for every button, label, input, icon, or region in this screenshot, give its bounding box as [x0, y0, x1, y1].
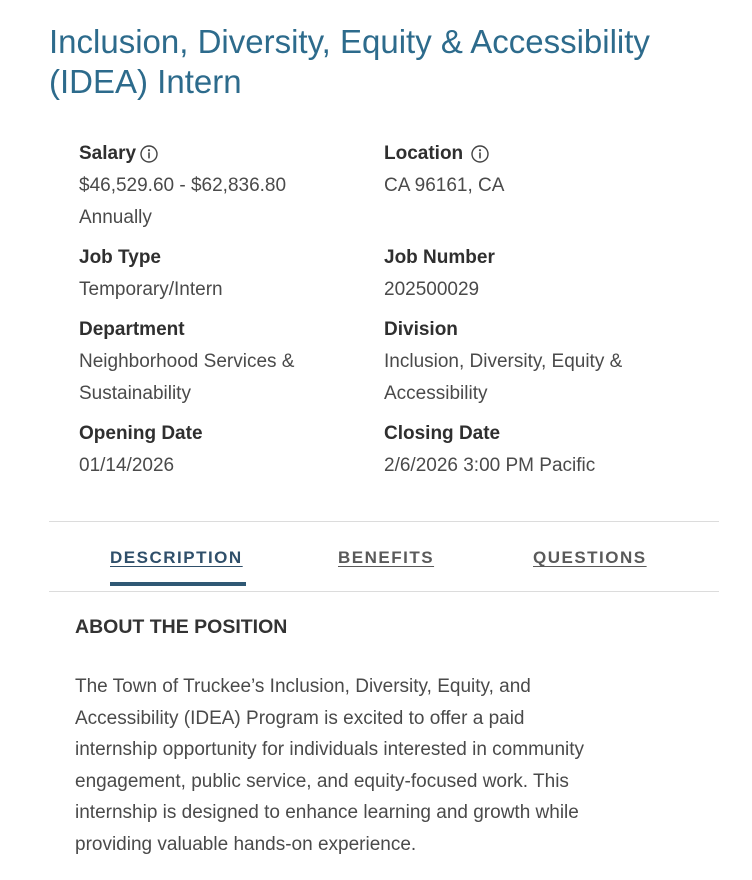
opening-date-label: Opening Date: [79, 423, 203, 444]
closing-date-label: Closing Date: [384, 423, 501, 444]
salary-label: Salary: [79, 143, 137, 164]
division-value-line2: Accessibility: [384, 383, 488, 404]
division-field: Division Inclusion, Diversity, Equity & …: [384, 318, 674, 410]
active-tab-indicator: [110, 582, 246, 586]
salary-field: Salary $46,529.60 - $62,836.80 Annually: [79, 142, 369, 234]
job-type-value: Temporary/Intern: [79, 279, 223, 300]
department-value-line1: Neighborhood Services &: [79, 351, 295, 372]
department-field: Department Neighborhood Services & Susta…: [79, 318, 369, 410]
salary-range: $46,529.60 - $62,836.80: [79, 175, 287, 196]
department-value-line2: Sustainability: [79, 383, 191, 404]
tab-questions[interactable]: QUESTIONS: [533, 548, 647, 568]
job-title: Inclusion, Diversity, Equity & Accessibi…: [49, 23, 650, 100]
job-number-field: Job Number 202500029: [384, 246, 674, 306]
job-type-label: Job Type: [79, 247, 161, 268]
job-number-value: 202500029: [384, 279, 480, 300]
division-label: Division: [384, 319, 458, 340]
division-value-line1: Inclusion, Diversity, Equity &: [384, 351, 623, 372]
tab-description[interactable]: DESCRIPTION: [110, 548, 243, 568]
opening-date-field: Opening Date 01/14/2026: [79, 422, 369, 482]
info-icon[interactable]: [471, 145, 489, 163]
tab-benefits[interactable]: BENEFITS: [338, 548, 434, 568]
body-line: providing valuable hands-on experience.: [75, 833, 417, 855]
opening-date-value: 01/14/2026: [79, 455, 175, 476]
location-value: CA 96161, CA: [384, 175, 505, 196]
salary-period: Annually: [79, 207, 152, 228]
body-line: Accessibility (IDEA) Program is excited …: [75, 707, 525, 729]
tabs-bottom-divider: [49, 591, 719, 592]
location-field: Location CA 96161, CA: [384, 142, 674, 202]
department-label: Department: [79, 319, 185, 340]
location-label: Location: [384, 143, 464, 164]
job-number-label: Job Number: [384, 247, 495, 268]
section-heading: ABOUT THE POSITION: [75, 616, 288, 638]
job-type-field: Job Type Temporary/Intern: [79, 246, 369, 306]
section-body: The Town of Truckee’s Inclusion, Diversi…: [75, 671, 715, 860]
tab-bar: DESCRIPTION BENEFITS QUESTIONS: [49, 522, 719, 591]
body-line: internship opportunity for individuals i…: [75, 739, 585, 760]
body-line: internship is designed to enhance learni…: [75, 802, 579, 823]
info-icon[interactable]: [140, 145, 158, 163]
closing-date-field: Closing Date 2/6/2026 3:00 PM Pacific: [384, 422, 674, 482]
body-line: The Town of Truckee’s Inclusion, Diversi…: [75, 676, 531, 697]
body-line: engagement, public service, and equity-f…: [75, 770, 569, 792]
closing-date-value: 2/6/2026 3:00 PM Pacific: [384, 455, 596, 476]
